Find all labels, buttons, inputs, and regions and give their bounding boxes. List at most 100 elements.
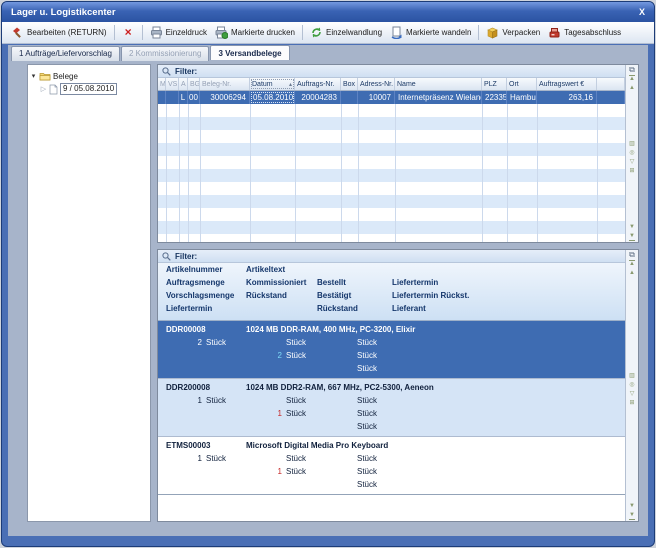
auftragsmenge-value: 1 <box>166 454 202 463</box>
scroll-down-icon[interactable]: ▼ <box>629 224 635 231</box>
tab-versandbelege[interactable]: 3 Versandbelege <box>210 45 289 60</box>
toolbar-separator <box>478 25 479 40</box>
column-header-bg[interactable]: BG <box>188 78 200 90</box>
columns-icon[interactable]: ▥ <box>629 373 635 380</box>
column-header-box[interactable]: Box <box>341 78 358 90</box>
position-item-ddr00008[interactable]: DDR00008 1024 MB DDR-RAM, 400 MHz, PC-32… <box>158 321 625 378</box>
tree-item-label-selected: 9 / 05.08.2010 <box>60 83 117 95</box>
positions-filter-row[interactable]: Filter: <box>158 250 625 263</box>
delete-red-x-icon: × <box>122 26 135 39</box>
markierte-drucken-button[interactable]: Markierte drucken <box>211 24 299 41</box>
columns-icon[interactable]: ▥ <box>629 141 635 148</box>
search-icon[interactable]: ◎ <box>629 382 634 389</box>
scroll-up-icon[interactable]: ▲ <box>629 85 635 92</box>
sort-ascending-icon: ▴ <box>289 81 292 88</box>
scroll-last-icon[interactable]: ▼ <box>629 233 635 241</box>
scroll-first-icon[interactable]: ▲ <box>629 260 635 268</box>
printer-icon <box>150 26 163 39</box>
close-icon[interactable]: X <box>639 7 645 17</box>
orders-filter-row[interactable]: Filter: <box>158 65 625 78</box>
column-header-name[interactable]: Name <box>395 78 482 90</box>
document-icon <box>49 84 58 95</box>
header-kommissioniert: Kommissioniert <box>238 278 309 291</box>
filter-label: Filter: <box>175 252 197 261</box>
column-header-a[interactable]: A <box>179 78 188 90</box>
column-header-ort[interactable]: Ort <box>507 78 537 90</box>
column-header-auftragswert[interactable]: Auftragswert € <box>537 78 597 90</box>
caret-closed-icon[interactable]: ▷ <box>40 85 47 93</box>
artikeltext: Microsoft Digital Media Pro Keyboard <box>238 441 625 450</box>
package-box-icon <box>486 26 499 39</box>
tree-item-belege[interactable]: ▾ Belege <box>30 70 148 82</box>
orders-table-panel: Filter: M VS A BG Beleg-Nr. Datum ▴ Auft… <box>157 64 639 243</box>
toolbar-separator <box>142 25 143 40</box>
column-header-m[interactable]: M <box>158 78 166 90</box>
scroll-first-icon[interactable]: ▲ <box>629 75 635 83</box>
convert-arrows-icon <box>310 26 323 39</box>
auftragsmenge-value: 2 <box>166 338 202 347</box>
day-closing-icon <box>548 26 561 39</box>
cell-a: L <box>179 91 188 104</box>
cell-vs <box>166 91 179 104</box>
grid-icon[interactable]: ⊞ <box>629 400 634 407</box>
scroll-down-icon[interactable]: ▼ <box>629 503 635 510</box>
folder-icon <box>39 71 51 81</box>
tab-auftraege-liefervorschlag[interactable]: 1 Aufträge/Liefervorschlag <box>11 46 120 61</box>
unit-label: Stück <box>206 396 226 405</box>
header-bestellt: Bestellt <box>309 278 384 291</box>
filter-label: Filter: <box>175 67 197 76</box>
table-row-selected[interactable]: L 00 30006294 05.08.2010 20004283 10007 … <box>158 91 625 104</box>
column-header-adress-nr[interactable]: Adress-Nr. <box>358 78 395 90</box>
verpacken-button[interactable]: Verpacken <box>482 24 544 41</box>
auftragsmenge-value: 1 <box>166 396 202 405</box>
column-header-beleg-nr[interactable]: Beleg-Nr. <box>200 78 250 90</box>
rueckstand-value: 2 <box>246 351 282 360</box>
column-header-datum[interactable]: Datum ▴ <box>250 78 295 90</box>
cell-filler <box>597 91 625 104</box>
bearbeiten-button[interactable]: Bearbeiten (RETURN) <box>7 24 111 41</box>
tree-item-document[interactable]: ▷ 9 / 05.08.2010 <box>30 83 148 95</box>
markierte-wandeln-button[interactable]: Markierte wandeln <box>386 24 475 41</box>
header-liefertermin2: Liefertermin <box>158 304 238 317</box>
copy-view-icon[interactable]: ⧉ <box>629 66 635 73</box>
magnifier-icon <box>162 67 171 76</box>
cell-auftragswert: 263,16 <box>537 91 597 104</box>
rueckstand-value: 1 <box>246 467 282 476</box>
positions-header: Artikelnummer Artikeltext Auftragsmenge … <box>158 263 625 321</box>
tab-kommissionierung[interactable]: 2 Kommissionierung <box>121 46 209 61</box>
header-auftragsmenge: Auftragsmenge <box>158 278 238 291</box>
column-header-plz[interactable]: PLZ <box>482 78 507 90</box>
printer-marked-icon <box>215 26 228 39</box>
search-icon[interactable]: ◎ <box>629 150 634 157</box>
header-lieferant: Lieferant <box>384 304 625 317</box>
unit-label: Stück <box>206 338 226 347</box>
tagesabschluss-button[interactable]: Tagesabschluss <box>544 24 625 41</box>
artikelnummer: ETMS00003 <box>158 441 238 450</box>
unit-label: Stück <box>206 454 226 463</box>
delete-button[interactable]: × <box>118 24 139 41</box>
header-bestaetigt: Bestätigt <box>309 291 384 304</box>
grid-icon[interactable]: ⊞ <box>629 168 634 175</box>
tree-item-label: Belege <box>53 72 78 81</box>
column-header-filler <box>597 78 625 90</box>
cell-m <box>158 91 166 104</box>
position-item-etms00003[interactable]: ETMS00003 Microsoft Digital Media Pro Ke… <box>158 436 625 494</box>
orders-header-row: M VS A BG Beleg-Nr. Datum ▴ Auftrags-Nr.… <box>158 78 625 91</box>
caret-open-icon[interactable]: ▾ <box>30 72 37 80</box>
main-area: 1 Aufträge/Liefervorschlag 2 Kommissioni… <box>8 45 648 536</box>
empty-rows-area[interactable] <box>158 104 625 242</box>
scroll-up-icon[interactable]: ▲ <box>629 270 635 277</box>
filter-icon[interactable]: ▽ <box>630 159 635 166</box>
copy-view-icon[interactable]: ⧉ <box>629 251 635 258</box>
einzelwandlung-button[interactable]: Einzelwandlung <box>306 24 386 41</box>
column-header-vs[interactable]: VS <box>166 78 179 90</box>
position-item-ddr200008[interactable]: DDR200008 1024 MB DDR2-RAM, 667 MHz, PC2… <box>158 378 625 436</box>
header-artikeltext: Artikeltext <box>238 265 625 278</box>
column-header-auftrags-nr[interactable]: Auftrags-Nr. <box>295 78 341 90</box>
title-bar[interactable]: Lager u. Logistikcenter X <box>2 2 654 22</box>
scroll-last-icon[interactable]: ▼ <box>629 512 635 520</box>
cell-auftrags-nr: 20004283 <box>295 91 341 104</box>
filter-icon[interactable]: ▽ <box>630 391 635 398</box>
einzeldruck-button[interactable]: Einzeldruck <box>146 24 211 41</box>
header-rueckstand: Rückstand <box>238 291 309 304</box>
